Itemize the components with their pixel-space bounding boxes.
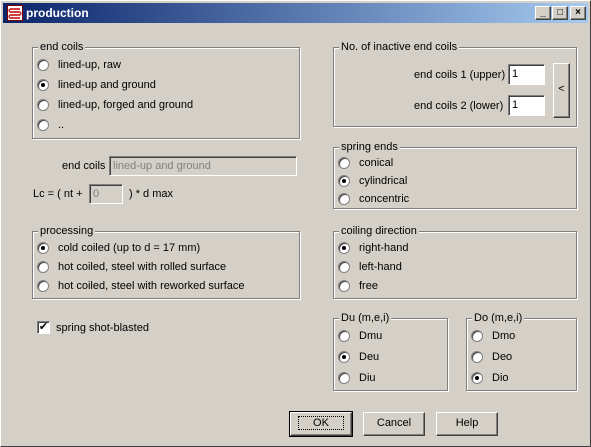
radio-button[interactable] [37,79,49,91]
option-label: free [359,280,378,292]
lc-formula-prefix: Lc = ( nt + [33,188,83,200]
spring-ends-option-conical[interactable]: conical [338,155,393,171]
coiling-group-title: coiling direction [339,224,419,238]
option-label: Diu [359,372,376,384]
coiling-direction-group: coiling direction right-hand left-hand f… [333,224,577,299]
end-coils-lower-input[interactable]: 1 [508,95,545,116]
collapse-arrow-button[interactable]: < [553,63,570,118]
du-option-deu[interactable]: Deu [338,349,379,365]
radio-button[interactable] [471,330,483,342]
shot-blasted-checkbox[interactable]: ✔ [37,321,50,334]
option-label: cold coiled (up to d = 17 mm) [58,242,201,254]
shot-blasted-label: spring shot-blasted [56,322,149,334]
processing-option-cold[interactable]: cold coiled (up to d = 17 mm) [37,240,200,256]
option-label: right-hand [359,242,409,254]
end-coils-lower-label: end coils 2 (lower) [414,100,504,112]
coiling-option-left-hand[interactable]: left-hand [338,259,402,275]
processing-group: processing cold coiled (up to d = 17 mm)… [32,224,300,299]
spring-ends-group: spring ends conical cylindrical concentr… [333,140,577,209]
option-label: cylindrical [359,175,408,187]
option-label: left-hand [359,261,402,273]
du-option-dmu[interactable]: Dmu [338,328,382,344]
option-label: lined-up and ground [58,79,156,91]
option-label: Dmo [492,330,516,342]
end-coils-option-other[interactable]: .. [37,117,64,133]
end-coils-option-forged[interactable]: lined-up, forged and ground [37,97,193,113]
processing-option-hot-rolled[interactable]: hot coiled, steel with rolled surface [37,259,226,275]
radio-button[interactable] [338,193,350,205]
radio-button[interactable] [37,59,49,71]
option-label: hot coiled, steel with rolled surface [58,261,227,273]
radio-button[interactable] [37,261,49,273]
ok-button[interactable]: OK [289,411,353,437]
option-label: hot coiled, steel with reworked surface [58,280,245,292]
lc-formula-suffix: ) * d max [129,188,174,200]
end-coils-group-title: end coils [38,40,86,54]
radio-button[interactable] [338,157,350,169]
do-option-dmo[interactable]: Dmo [471,328,515,344]
option-label: concentric [359,193,410,205]
radio-button[interactable] [37,280,49,292]
do-option-deo[interactable]: Deo [471,349,512,365]
radio-button[interactable] [471,372,483,384]
app-icon [7,5,23,21]
end-coils-upper-input[interactable]: 1 [508,64,545,85]
option-label: .. [58,119,65,131]
option-label: Deu [359,351,380,363]
end-coils-option-ground[interactable]: lined-up and ground [37,77,156,93]
processing-option-hot-reworked[interactable]: hot coiled, steel with reworked surface [37,278,244,294]
coiling-option-free[interactable]: free [338,278,378,294]
do-option-dio[interactable]: Dio [471,370,509,386]
option-label: conical [359,157,394,169]
du-option-diu[interactable]: Diu [338,370,376,386]
radio-button[interactable] [338,175,350,187]
option-label: lined-up, forged and ground [58,99,194,111]
option-label: Deo [492,351,513,363]
inactive-group-title: No. of inactive end coils [339,40,460,54]
option-label: Dio [492,372,509,384]
du-group: Du (m,e,i) Dmu Deu Diu [333,311,448,391]
window-title: production [26,6,89,20]
production-dialog: production _ □ × end coils lined-up, raw… [0,0,591,447]
title-bar[interactable]: production _ □ × [3,3,588,23]
end-coils-option-raw[interactable]: lined-up, raw [37,57,121,73]
radio-button[interactable] [338,372,350,384]
spring-ends-group-title: spring ends [339,140,400,154]
coiling-option-right-hand[interactable]: right-hand [338,240,409,256]
option-label: Dmu [359,330,383,342]
spring-ends-option-concentric[interactable]: concentric [338,191,409,207]
end-coils-upper-label: end coils 1 (upper) [414,69,506,81]
do-group-title: Do (m,e,i) [472,311,525,325]
radio-button[interactable] [338,261,350,273]
close-button[interactable]: × [570,6,586,20]
end-coils-field: lined-up and ground [109,156,297,176]
radio-button[interactable] [37,119,49,131]
end-coils-group: end coils lined-up, raw lined-up and gro… [32,40,300,139]
end-coils-field-label: end coils [62,160,106,172]
do-group: Do (m,e,i) Dmo Deo Dio [466,311,577,391]
du-group-title: Du (m,e,i) [339,311,392,325]
radio-button[interactable] [37,242,49,254]
help-button[interactable]: Help [436,412,498,436]
cancel-button[interactable]: Cancel [363,412,425,436]
lc-nt-input: 0 [89,184,123,204]
maximize-button[interactable]: □ [552,6,568,20]
radio-button[interactable] [37,99,49,111]
spring-ends-option-cylindrical[interactable]: cylindrical [338,173,407,189]
minimize-button[interactable]: _ [535,6,551,20]
radio-button[interactable] [471,351,483,363]
processing-group-title: processing [38,224,96,238]
option-label: lined-up, raw [58,59,121,71]
radio-button[interactable] [338,330,350,342]
ok-button-label: OK [298,416,344,430]
radio-button[interactable] [338,242,350,254]
radio-button[interactable] [338,280,350,292]
radio-button[interactable] [338,351,350,363]
